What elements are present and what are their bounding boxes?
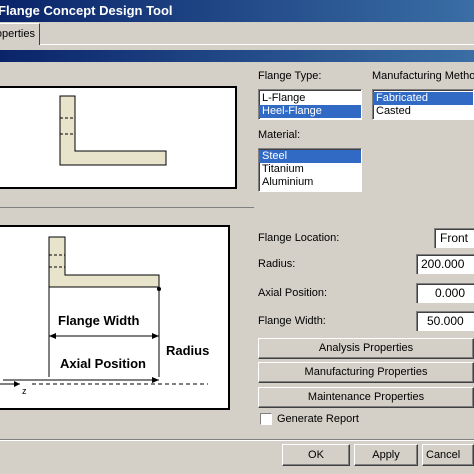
- generate-report-checkbox[interactable]: [260, 413, 272, 425]
- radius-value: 200.000: [421, 257, 465, 271]
- flange-type-option[interactable]: L-Flange: [259, 92, 361, 105]
- flange-width-input[interactable]: 50.000: [416, 311, 474, 331]
- dimension-diagram: Flange Width Axial Position Radius z: [0, 225, 230, 410]
- flange-type-list[interactable]: L-Flange Heel-Flange: [258, 89, 362, 120]
- tab-divider: [40, 44, 474, 45]
- analysis-properties-button[interactable]: Analysis Properties: [258, 338, 474, 359]
- flange-width-label: Flange Width:: [258, 315, 326, 327]
- maintenance-properties-button[interactable]: Maintenance Properties: [258, 387, 474, 408]
- cancel-label: Cancel: [426, 449, 461, 461]
- flange-type-preview: [0, 86, 237, 189]
- material-option[interactable]: Aluminium: [259, 176, 361, 189]
- footer-divider-highlight: [0, 440, 474, 441]
- window-title: Flange Concept Design Tool: [0, 3, 173, 18]
- manufacturing-properties-button[interactable]: Manufacturing Properties: [258, 362, 474, 383]
- material-label: Material:: [258, 129, 301, 141]
- radius-input[interactable]: 200.000: [416, 254, 474, 274]
- apply-button[interactable]: Apply: [354, 444, 418, 466]
- manufacturing-option[interactable]: Casted: [373, 105, 473, 118]
- material-option-selected[interactable]: Steel: [259, 150, 361, 163]
- manufacturing-option-selected[interactable]: Fabricated: [373, 92, 473, 105]
- axial-position-input[interactable]: 0.000: [416, 283, 474, 303]
- flange-type-option-selected[interactable]: Heel-Flange: [259, 105, 361, 118]
- generate-report-label: Generate Report: [277, 413, 359, 425]
- title-bar[interactable]: Flange Concept Design Tool: [0, 0, 474, 22]
- flange-width-dim-label: Flange Width: [58, 313, 140, 328]
- section-header-bar: [0, 50, 474, 62]
- tab-properties[interactable]: operties: [0, 23, 40, 45]
- ok-button[interactable]: OK: [282, 444, 350, 466]
- z-axis-label: z: [22, 386, 27, 396]
- material-list[interactable]: Steel Titanium Aluminium: [258, 148, 362, 192]
- flange-location-value: Front: [440, 231, 469, 245]
- tab-label: operties: [0, 28, 35, 40]
- radius-label: Radius:: [258, 258, 296, 270]
- flange-shape-preview: [59, 95, 167, 166]
- manufacturing-method-list[interactable]: Fabricated Casted: [372, 89, 474, 120]
- flange-width-value: 50.000: [427, 314, 464, 328]
- axial-position-dim-label: Axial Position: [60, 356, 146, 371]
- axial-position-label: Axial Position:: [258, 287, 328, 299]
- axial-position-value: 0.000: [435, 286, 466, 300]
- material-option[interactable]: Titanium: [259, 163, 361, 176]
- panel-divider: [0, 207, 254, 208]
- flange-type-label: Flange Type:: [258, 70, 322, 82]
- cancel-button[interactable]: Cancel: [422, 444, 474, 466]
- radius-dim-label: Radius: [166, 343, 210, 358]
- manufacturing-method-label: Manufacturing Metho: [372, 70, 474, 82]
- flange-location-select[interactable]: Front: [434, 228, 474, 248]
- flange-location-label: Flange Location:: [258, 232, 340, 244]
